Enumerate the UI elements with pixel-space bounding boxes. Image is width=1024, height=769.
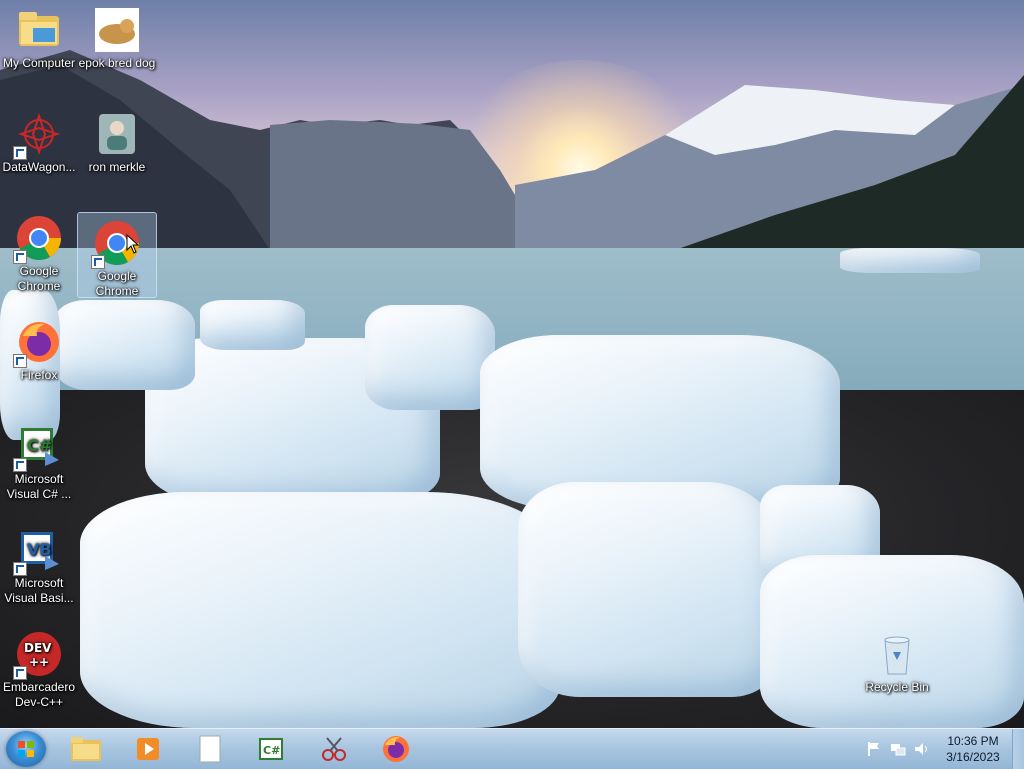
- start-button[interactable]: [6, 731, 46, 767]
- devcpp-icon: DEV ++: [13, 630, 63, 680]
- firefox-icon: [383, 736, 409, 762]
- svg-text:++: ++: [29, 655, 49, 669]
- mouse-cursor-icon: [126, 234, 140, 254]
- icon-label: Recycle Bin: [865, 680, 929, 694]
- notepad-icon: [199, 735, 221, 763]
- dog-image-icon: [93, 6, 141, 54]
- desktop-icon-google-chrome-2[interactable]: Google Chrome: [77, 212, 157, 298]
- desktop-icon-recycle-bin[interactable]: Recycle Bin: [858, 624, 936, 695]
- clock-time: 10:36 PM: [947, 734, 999, 748]
- mountains-right: [515, 75, 1024, 250]
- folder-icon: [71, 737, 101, 761]
- shortcut-arrow-icon: [13, 250, 27, 264]
- visual-basic-icon: VB: [13, 526, 63, 576]
- action-center-flag-icon[interactable]: [866, 741, 882, 757]
- icon-label: Google Chrome: [95, 269, 139, 298]
- show-desktop-button[interactable]: [1012, 729, 1024, 769]
- desktop-icon-visual-basic[interactable]: VB Microsoft Visual Basi...: [0, 520, 78, 606]
- user-folder-icon: [93, 110, 141, 158]
- datawagon-icon: [13, 110, 63, 160]
- icon-label: ron merkle: [88, 160, 146, 174]
- taskbar-explorer-button[interactable]: [58, 731, 114, 767]
- media-player-icon: [137, 738, 159, 760]
- icon-label: Google Chrome: [17, 264, 61, 293]
- taskbar: C# 10:36 PM 3/16/2023: [0, 728, 1024, 769]
- desktop-icon-firefox[interactable]: Firefox: [0, 312, 78, 383]
- ice-chunk: [365, 305, 495, 410]
- icon-label: epok bred dog: [78, 56, 156, 70]
- icon-label: DataWagon...: [2, 160, 76, 174]
- ice-chunk: [518, 482, 778, 697]
- taskbar-snipping-tool-button[interactable]: [306, 731, 362, 767]
- windows-logo-icon: [18, 741, 34, 757]
- recycle-bin-icon: [873, 630, 921, 678]
- taskbar-csharp-button[interactable]: C#: [244, 731, 300, 767]
- csharp-icon: C#: [13, 422, 63, 472]
- shortcut-arrow-icon: [13, 666, 27, 680]
- desktop[interactable]: My Computer epok bred dog DataWagon... r…: [0, 0, 1024, 728]
- icon-label: Embarcadero Dev-C++: [2, 680, 76, 709]
- desktop-icon-my-computer[interactable]: My Computer: [0, 0, 78, 71]
- desktop-icon-google-chrome-1[interactable]: Google Chrome: [0, 208, 78, 294]
- desktop-icon-ron-merkle[interactable]: ron merkle: [78, 104, 156, 175]
- shortcut-arrow-icon: [13, 354, 27, 368]
- desktop-icon-datawagon[interactable]: DataWagon...: [0, 104, 78, 175]
- icon-label: My Computer: [2, 56, 76, 70]
- svg-text:C#: C#: [27, 436, 52, 455]
- network-icon[interactable]: [890, 741, 906, 757]
- desktop-icon-visual-csharp[interactable]: C# Microsoft Visual C# ...: [0, 416, 78, 502]
- svg-text:VB: VB: [27, 540, 52, 559]
- taskbar-firefox-button[interactable]: [368, 731, 424, 767]
- desktop-icon-epok-bred-dog[interactable]: epok bred dog: [78, 0, 156, 71]
- taskbar-media-player-button[interactable]: [120, 731, 176, 767]
- ice-chunk: [80, 492, 560, 728]
- shortcut-arrow-icon: [91, 255, 105, 269]
- volume-icon[interactable]: [914, 741, 930, 757]
- svg-text:C#: C#: [263, 744, 280, 757]
- icon-label: Microsoft Visual Basi...: [4, 576, 74, 605]
- ice-chunk: [200, 300, 305, 350]
- taskbar-notepad-button[interactable]: [182, 731, 238, 767]
- icon-label: Firefox: [20, 368, 58, 382]
- csharp-icon: C#: [259, 738, 283, 760]
- ice-chunk: [840, 248, 980, 273]
- snipping-tool-icon: [322, 737, 346, 761]
- shortcut-arrow-icon: [13, 562, 27, 576]
- shortcut-arrow-icon: [13, 146, 27, 160]
- clock-date: 3/16/2023: [946, 750, 1000, 764]
- desktop-icon-devcpp[interactable]: DEV ++ Embarcadero Dev-C++: [0, 624, 78, 710]
- folder-icon: [15, 6, 63, 54]
- chrome-icon: [13, 214, 63, 264]
- firefox-icon: [13, 318, 63, 368]
- icon-label: Microsoft Visual C# ...: [6, 472, 72, 501]
- shortcut-arrow-icon: [13, 458, 27, 472]
- taskbar-clock[interactable]: 10:36 PM 3/16/2023: [940, 733, 1006, 765]
- svg-text:DEV: DEV: [24, 641, 52, 655]
